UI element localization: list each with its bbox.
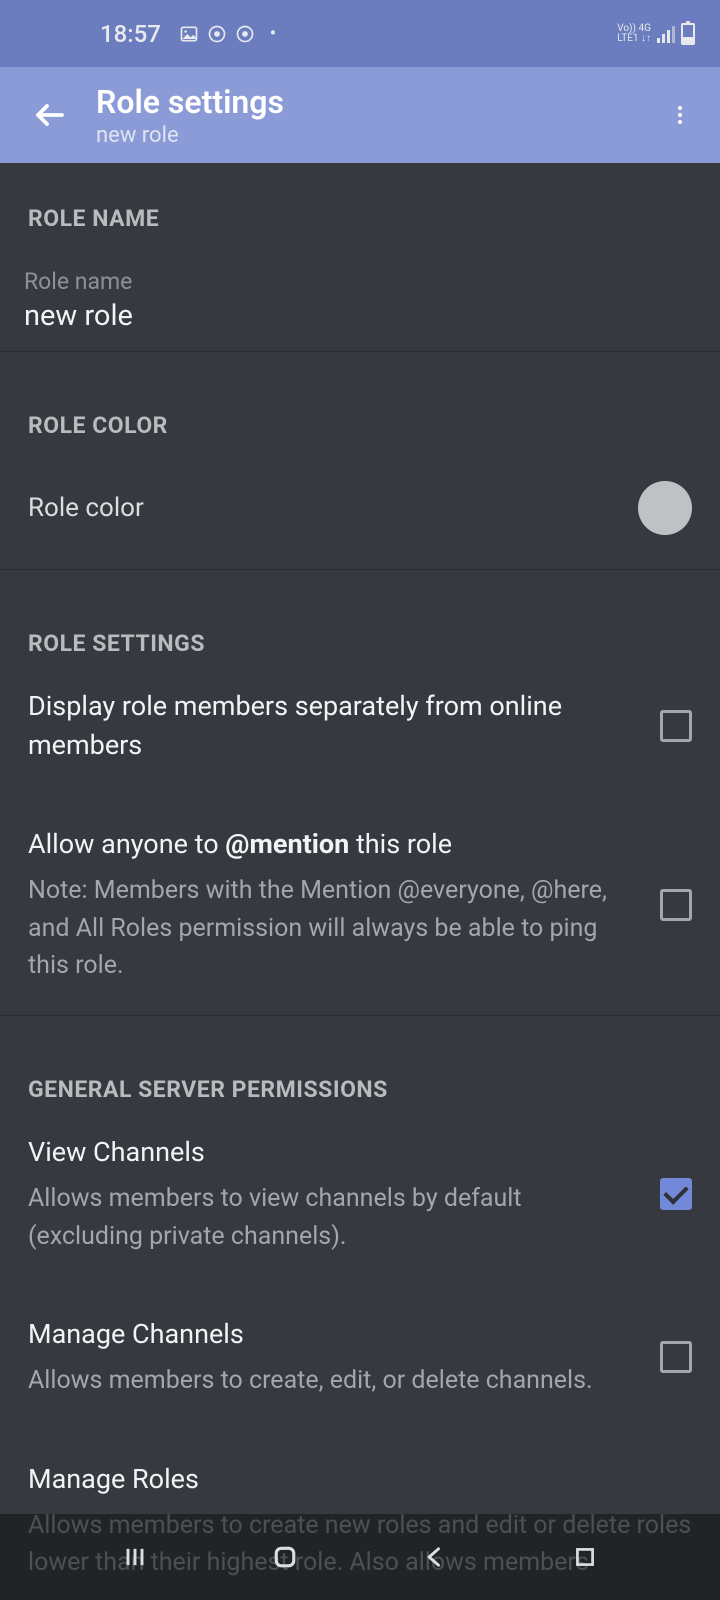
allow-mention-pre: Allow anyone to: [28, 828, 225, 860]
role-name-value: new role: [24, 299, 696, 333]
role-name-label: Role name: [24, 268, 696, 295]
view-channels-desc: Allows members to view channels by defau…: [28, 1180, 640, 1255]
back-nav-button[interactable]: [415, 1537, 455, 1577]
section-role-settings-header: ROLE SETTINGS: [0, 588, 720, 657]
network-line2: LTE1 ↓↑: [617, 34, 651, 44]
overflow-menu-button[interactable]: [660, 103, 700, 127]
view-channels-checkbox[interactable]: [660, 1178, 692, 1210]
header-text: Role settings new role: [96, 83, 660, 148]
section-role-color-header: ROLE COLOR: [0, 370, 720, 439]
view-channels-row[interactable]: View Channels Allows members to view cha…: [0, 1103, 720, 1285]
home-button[interactable]: [265, 1537, 305, 1577]
manage-channels-checkbox[interactable]: [660, 1341, 692, 1373]
status-left: 18:57 •: [100, 20, 283, 48]
status-right: Vo)) 4G LTE1 ↓↑: [617, 23, 695, 45]
back-button[interactable]: [20, 97, 80, 133]
image-icon: [179, 24, 199, 44]
view-channels-title: View Channels: [28, 1133, 640, 1172]
allow-mention-title: Allow anyone to @mention this role: [28, 825, 640, 864]
display-separately-checkbox[interactable]: [660, 710, 692, 742]
chrome-icon: [207, 24, 227, 44]
allow-mention-row[interactable]: Allow anyone to @mention this role Note:…: [0, 795, 720, 1015]
display-separately-title: Display role members separately from onl…: [28, 687, 640, 765]
app-header: Role settings new role: [0, 67, 720, 163]
role-color-swatch[interactable]: [638, 481, 692, 535]
allow-mention-post: this role: [349, 828, 452, 860]
recents-button[interactable]: [115, 1537, 155, 1577]
status-icons: •: [179, 24, 283, 44]
signal-icon: [657, 25, 675, 43]
network-line1: Vo)) 4G: [617, 24, 651, 34]
page-title: Role settings: [96, 83, 660, 121]
section-general-permissions-header: GENERAL SERVER PERMISSIONS: [0, 1034, 720, 1103]
extra-nav-button[interactable]: [565, 1537, 605, 1577]
status-bar: 18:57 • Vo)) 4G LTE1 ↓↑: [0, 0, 720, 67]
status-time: 18:57: [100, 20, 161, 48]
page-subtitle: new role: [96, 123, 660, 148]
manage-roles-title: Manage Roles: [28, 1460, 692, 1499]
manage-channels-desc: Allows members to create, edit, or delet…: [28, 1362, 640, 1400]
role-name-input-group[interactable]: Role name new role: [0, 232, 720, 352]
manage-channels-title: Manage Channels: [28, 1315, 640, 1354]
battery-icon: [681, 23, 695, 45]
allow-mention-desc: Note: Members with the Mention @everyone…: [28, 872, 640, 985]
display-separately-row[interactable]: Display role members separately from onl…: [0, 657, 720, 795]
allow-mention-checkbox[interactable]: [660, 889, 692, 921]
manage-channels-row[interactable]: Manage Channels Allows members to create…: [0, 1285, 720, 1430]
chrome-icon: [235, 24, 255, 44]
allow-mention-bold: @mention: [225, 828, 349, 860]
network-label: Vo)) 4G LTE1 ↓↑: [617, 24, 651, 44]
role-color-row[interactable]: Role color: [0, 439, 720, 570]
content: ROLE NAME Role name new role ROLE COLOR …: [0, 163, 720, 1582]
section-role-name-header: ROLE NAME: [0, 163, 720, 232]
dot-icon: •: [263, 24, 283, 44]
system-nav-bar: [0, 1514, 720, 1600]
role-color-label: Role color: [28, 493, 144, 523]
